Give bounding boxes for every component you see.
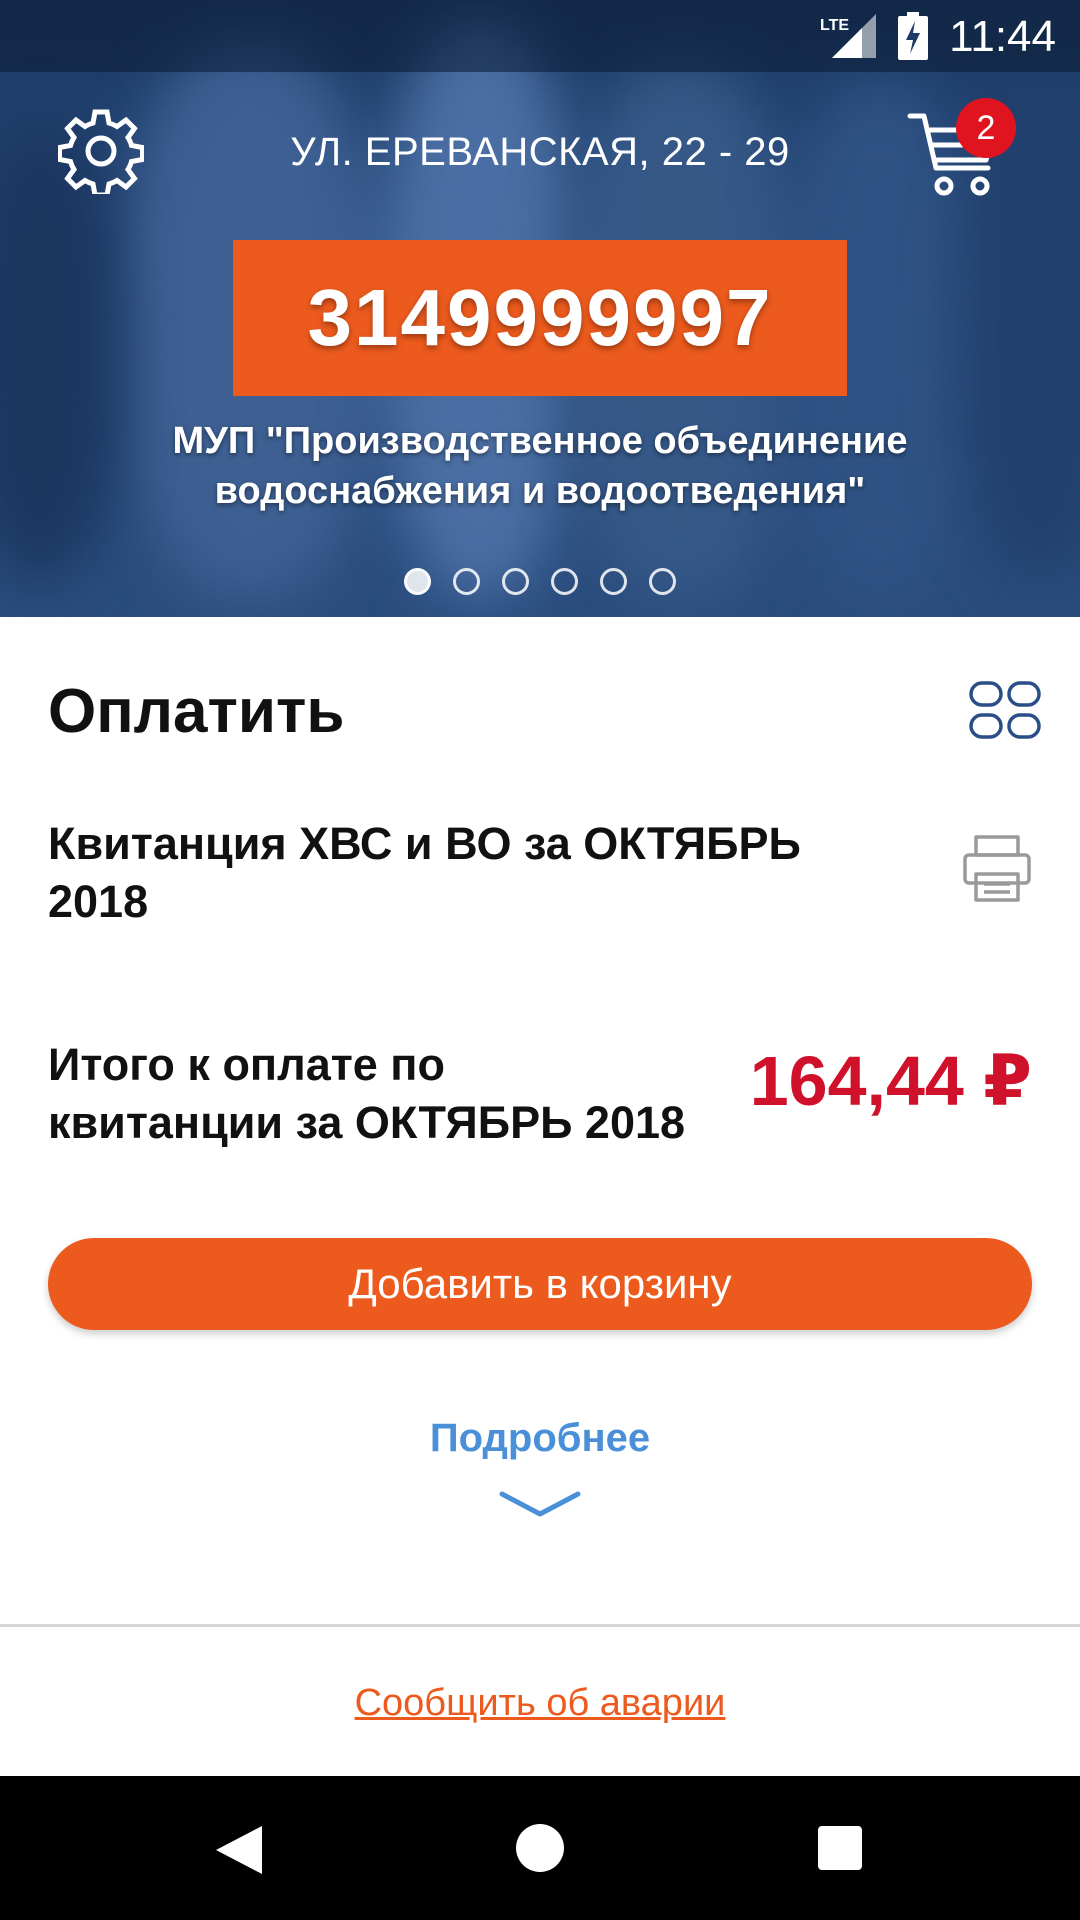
- chevron-down-icon[interactable]: [498, 1490, 582, 1520]
- divider: [0, 1624, 1080, 1627]
- carousel-dot[interactable]: [453, 568, 480, 595]
- status-bar: LTE 11:44: [0, 0, 1080, 72]
- header-banner: LTE 11:44 УЛ. ЕРЕВАНСКАЯ, 22 - 29 2 3149…: [0, 0, 1080, 617]
- recents-icon[interactable]: [818, 1826, 862, 1870]
- grid-view-icon[interactable]: [968, 680, 1042, 740]
- carousel-dot[interactable]: [502, 568, 529, 595]
- home-icon[interactable]: [516, 1824, 564, 1872]
- account-number-box: 3149999997: [233, 240, 847, 396]
- receipt-title: Квитанция ХВС и ВО за ОКТЯБРЬ 2018: [48, 818, 801, 927]
- carousel-dot[interactable]: [649, 568, 676, 595]
- carousel-indicator: [404, 568, 676, 598]
- more-details-link[interactable]: Подробнее: [0, 1416, 1080, 1461]
- cart-count-badge: 2: [956, 98, 1016, 158]
- back-icon[interactable]: [214, 1824, 264, 1876]
- carousel-dot[interactable]: [551, 568, 578, 595]
- address-label[interactable]: УЛ. ЕРЕВАНСКАЯ, 22 - 29: [240, 130, 840, 175]
- total-amount: 164,44 ₽: [749, 1042, 1032, 1120]
- battery-charging-icon: [898, 12, 928, 60]
- system-navigation-bar: [0, 1776, 1080, 1920]
- print-icon[interactable]: [962, 834, 1032, 904]
- settings-gear-icon[interactable]: [58, 108, 144, 194]
- carousel-dot[interactable]: [404, 568, 431, 595]
- status-time: 11:44: [949, 12, 1056, 61]
- report-accident-link[interactable]: Сообщить об аварии: [0, 1682, 1080, 1725]
- organization-name: МУП "Производственное объединение водосн…: [172, 420, 908, 512]
- total-label: Итого к оплате по квитанции за ОКТЯБРЬ 2…: [48, 1039, 686, 1148]
- account-number: 3149999997: [307, 273, 773, 362]
- network-label: LTE: [820, 17, 849, 34]
- add-to-cart-button[interactable]: Добавить в корзину: [48, 1238, 1032, 1330]
- signal-icon: LTE: [820, 14, 876, 58]
- section-title: Оплатить: [48, 677, 345, 746]
- carousel-dot[interactable]: [600, 568, 627, 595]
